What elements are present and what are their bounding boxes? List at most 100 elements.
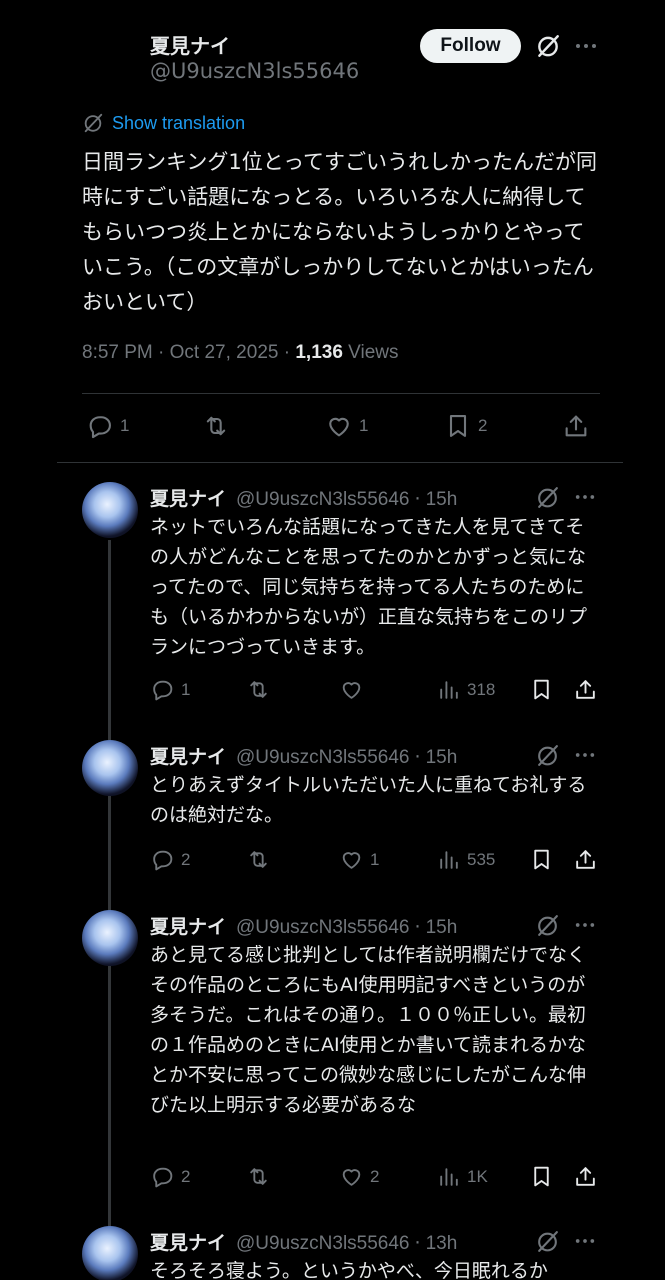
reply-text: とりあえずタイトルいただいた人に重ねてお礼するのは絶対だな。	[150, 774, 587, 826]
grok-icon[interactable]	[535, 485, 560, 510]
views-label: Views	[348, 342, 399, 363]
views-count: 1K	[467, 1166, 488, 1186]
more-options-icon[interactable]	[574, 744, 596, 766]
reply-count: 2	[181, 1166, 191, 1186]
tweet-meta: 8:57 PM · Oct 27, 2025 · 1,136 Views	[82, 342, 399, 363]
like-count: 1	[359, 416, 369, 435]
reply-button[interactable]: 1	[86, 412, 129, 440]
views-button[interactable]: 1K	[436, 1164, 488, 1189]
reply-author-name[interactable]: 夏見ナイ	[150, 1228, 226, 1255]
author-name[interactable]: 夏見ナイ	[150, 30, 230, 59]
reply-time[interactable]: 15h	[426, 917, 458, 939]
share-button[interactable]	[573, 677, 598, 702]
analytics-icon	[440, 851, 458, 869]
bookmark-button[interactable]	[529, 677, 554, 702]
heart-icon	[342, 1169, 361, 1186]
bookmark-count: 2	[478, 416, 488, 435]
reply-author-name[interactable]: 夏見ナイ	[150, 912, 226, 939]
reply-time[interactable]: 13h	[426, 1233, 458, 1255]
bookmark-button[interactable]	[529, 847, 554, 872]
tweet-detail-page: 夏見ナイ @U9uszcN3ls55646 Follow Show transl…	[0, 0, 665, 1280]
bookmark-button[interactable]	[529, 1164, 554, 1189]
reply-icon	[153, 680, 173, 701]
reply-actions: 1 318	[150, 677, 600, 707]
like-button[interactable]: 2	[339, 1164, 379, 1189]
analytics-icon	[440, 1168, 458, 1186]
reply-header: 夏見ナイ @U9uszcN3ls55646 · 13h	[150, 1228, 457, 1255]
grok-icon[interactable]	[535, 33, 561, 59]
retweet-icon	[250, 851, 267, 868]
reply-time[interactable]: 15h	[426, 489, 458, 511]
more-options-icon[interactable]	[574, 914, 596, 936]
reply-author-name[interactable]: 夏見ナイ	[150, 484, 226, 511]
avatar[interactable]	[82, 740, 138, 796]
bookmark-button[interactable]: 2	[444, 412, 487, 440]
reply-time[interactable]: 15h	[426, 747, 458, 769]
share-button[interactable]	[573, 1164, 598, 1189]
retweet-button[interactable]	[246, 847, 271, 872]
reply-icon	[153, 850, 173, 871]
reply-count: 2	[181, 849, 191, 869]
divider	[82, 393, 600, 394]
reply-header: 夏見ナイ @U9uszcN3ls55646 · 15h	[150, 912, 457, 939]
views-count: 535	[467, 849, 496, 869]
share-icon	[565, 415, 587, 437]
more-options-icon[interactable]	[574, 1230, 596, 1252]
retweet-button[interactable]	[202, 412, 230, 440]
reply-text: ネットでいろんな話題になってきた人を見てきてその人がどんなことを思ってたのかとか…	[150, 516, 588, 658]
heart-icon	[329, 417, 349, 437]
divider	[57, 462, 623, 463]
grok-icon[interactable]	[535, 743, 560, 768]
like-count: 2	[370, 1166, 380, 1186]
reply-text: あと見てる感じ批判としては作者説明欄だけでなくその作品のところにもAI使用明記す…	[150, 944, 587, 1116]
grok-icon[interactable]	[535, 1229, 560, 1254]
bookmark-icon	[534, 679, 549, 700]
views-button[interactable]: 535	[436, 847, 495, 872]
share-button[interactable]	[562, 412, 590, 440]
retweet-icon	[250, 1168, 267, 1185]
tweet-date[interactable]: Oct 27, 2025	[170, 342, 279, 363]
reply-author-handle[interactable]: @U9uszcN3ls55646	[236, 747, 410, 769]
retweet-icon	[206, 416, 226, 436]
reply-actions: 2 2 1K	[150, 1164, 600, 1194]
retweet-button[interactable]	[246, 1164, 271, 1189]
like-button[interactable]: 1	[325, 412, 368, 440]
reply-icon	[89, 416, 111, 439]
reply-button[interactable]: 2	[150, 1164, 190, 1189]
reply-actions: 2 1 535	[150, 847, 600, 877]
avatar[interactable]	[82, 910, 138, 966]
avatar[interactable]	[82, 1226, 138, 1280]
like-button[interactable]	[339, 677, 364, 702]
reply-author-handle[interactable]: @U9uszcN3ls55646	[236, 489, 410, 511]
thread-connector	[108, 540, 111, 740]
heart-icon	[342, 682, 361, 699]
reply-header: 夏見ナイ @U9uszcN3ls55646 · 15h	[150, 484, 457, 511]
tweet-actions: 1 1 2	[82, 408, 600, 448]
bookmark-icon	[534, 1166, 549, 1187]
follow-button[interactable]: Follow	[420, 29, 521, 63]
tweet-text: 日間ランキング1位とってすごいうれしかったんだが同時にすごい話題になっとる。いろ…	[82, 150, 598, 314]
like-count: 1	[370, 849, 380, 869]
author-handle[interactable]: @U9uszcN3ls55646	[150, 59, 359, 83]
reply-button[interactable]: 1	[150, 677, 190, 702]
thread-connector	[108, 796, 111, 911]
thread-connector	[108, 966, 111, 1228]
reply-button[interactable]: 2	[150, 847, 190, 872]
reply-author-handle[interactable]: @U9uszcN3ls55646	[236, 1233, 410, 1255]
show-translation-link[interactable]: Show translation	[112, 113, 245, 134]
views-button[interactable]: 318	[436, 677, 495, 702]
more-options-icon[interactable]	[574, 34, 598, 58]
reply-text: そろそろ寝よう。というかやべ、今日眠れるか	[150, 1260, 548, 1280]
reply-author-name[interactable]: 夏見ナイ	[150, 742, 226, 769]
grok-icon[interactable]	[535, 913, 560, 938]
bookmark-icon	[534, 849, 549, 870]
share-icon	[576, 680, 595, 699]
more-options-icon[interactable]	[574, 486, 596, 508]
translation-row[interactable]: Show translation	[82, 112, 245, 134]
reply-author-handle[interactable]: @U9uszcN3ls55646	[236, 917, 410, 939]
share-button[interactable]	[573, 847, 598, 872]
retweet-button[interactable]	[246, 677, 271, 702]
avatar[interactable]	[82, 482, 138, 538]
tweet-time[interactable]: 8:57 PM	[82, 342, 153, 363]
like-button[interactable]: 1	[339, 847, 379, 872]
